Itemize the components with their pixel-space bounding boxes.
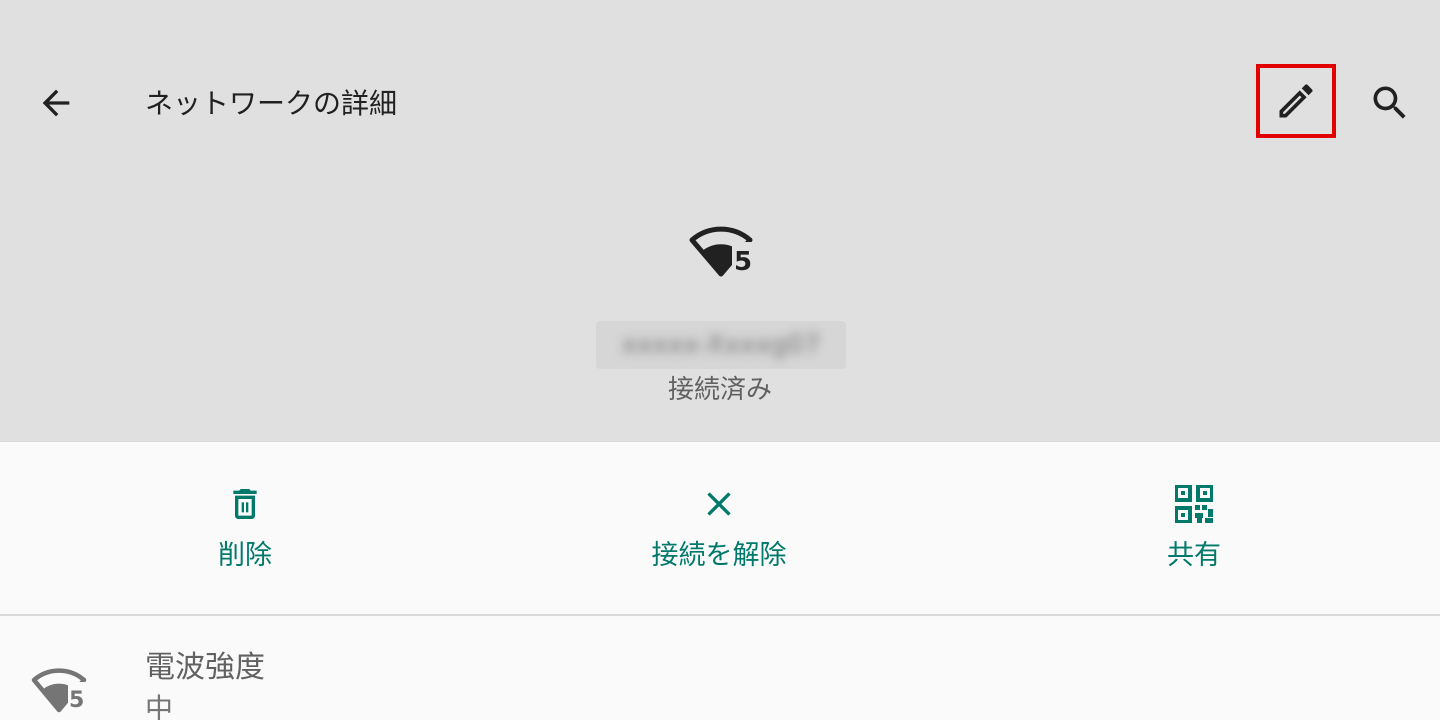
action-bar: 削除 接続を解除 共有 (0, 441, 1440, 616)
trash-icon (223, 482, 267, 526)
network-ssid: xxxxx-Xxxxg07 (596, 321, 846, 369)
connection-status: 接続済み (667, 375, 772, 405)
signal-strength-row[interactable]: 5 電波強度 中 (0, 616, 1440, 720)
share-label: 共有 (1167, 540, 1221, 571)
network-details-screen: ネットワークの詳細 5 xxxxx-Xxxxg07 接続済み 削除 接続を解除 … (0, 0, 1440, 720)
disconnect-button[interactable]: 接続を解除 (569, 442, 869, 614)
forget-label: 削除 (218, 540, 272, 571)
share-button[interactable]: 共有 (1044, 442, 1344, 614)
pencil-icon (1279, 84, 1313, 118)
signal-strength-value: 中 (145, 692, 174, 720)
page-title: ネットワークの詳細 (145, 87, 398, 120)
wifi-badge: 5 (69, 688, 84, 713)
arrow-back-icon (42, 89, 70, 117)
qr-code-icon (1172, 482, 1216, 526)
wifi-5ghz-icon: 5 (688, 218, 756, 278)
edit-button[interactable] (1256, 64, 1336, 138)
search-button[interactable] (1356, 69, 1424, 137)
network-header: ネットワークの詳細 5 xxxxx-Xxxxg07 接続済み (0, 0, 1440, 441)
ssid-text: xxxxx-Xxxxg07 (621, 330, 821, 360)
search-icon (1373, 86, 1406, 119)
signal-strength-title: 電波強度 (145, 650, 265, 685)
wifi-badge: 5 (734, 247, 752, 277)
back-button[interactable] (22, 69, 90, 137)
disconnect-label: 接続を解除 (651, 540, 787, 571)
forget-button[interactable]: 削除 (95, 442, 395, 614)
close-icon (697, 482, 741, 526)
wifi-5ghz-icon: 5 (30, 662, 90, 720)
